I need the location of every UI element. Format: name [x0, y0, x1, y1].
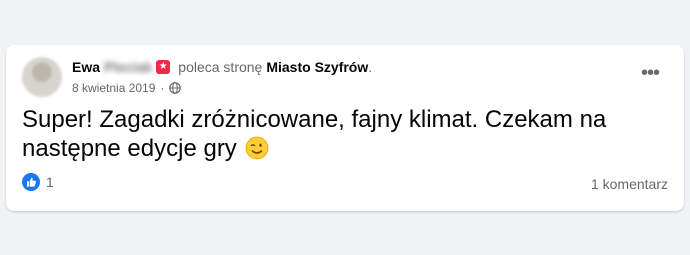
avatar[interactable]: [22, 57, 62, 97]
author-first-name[interactable]: Ewa: [72, 59, 100, 75]
page-name-period: .: [368, 59, 373, 75]
more-options-icon: •••: [640, 61, 660, 84]
author-last-name-blurred: Pleciak: [104, 59, 153, 75]
dot-separator: ·: [160, 81, 165, 95]
more-options-button[interactable]: •••: [634, 61, 666, 85]
winking-face-emoji: [246, 136, 269, 160]
star-badge-icon: ★: [156, 60, 171, 74]
like-count: 1: [46, 174, 54, 190]
like-icon: [22, 173, 40, 191]
page-name-link[interactable]: Miasto Szyfrów: [266, 59, 368, 75]
post-text: Super! Zagadki zróżnicowane, fajny klima…: [22, 106, 607, 162]
recommends-text: poleca stronę: [178, 59, 263, 75]
comments-count-link[interactable]: 1 komentarz: [591, 176, 668, 192]
post-body: Super! Zagadki zróżnicowane, fajny klima…: [22, 105, 622, 163]
post-header: Ewa Pleciak ★ poleca stronę Miasto Szyfr…: [72, 59, 372, 75]
review-post-card: Ewa Pleciak ★ poleca stronę Miasto Szyfr…: [6, 45, 684, 211]
reactions-summary[interactable]: 1: [22, 173, 54, 191]
post-date[interactable]: 8 kwietnia 2019: [72, 81, 155, 95]
post-meta: 8 kwietnia 2019 ·: [72, 81, 182, 95]
globe-icon: [169, 82, 182, 94]
